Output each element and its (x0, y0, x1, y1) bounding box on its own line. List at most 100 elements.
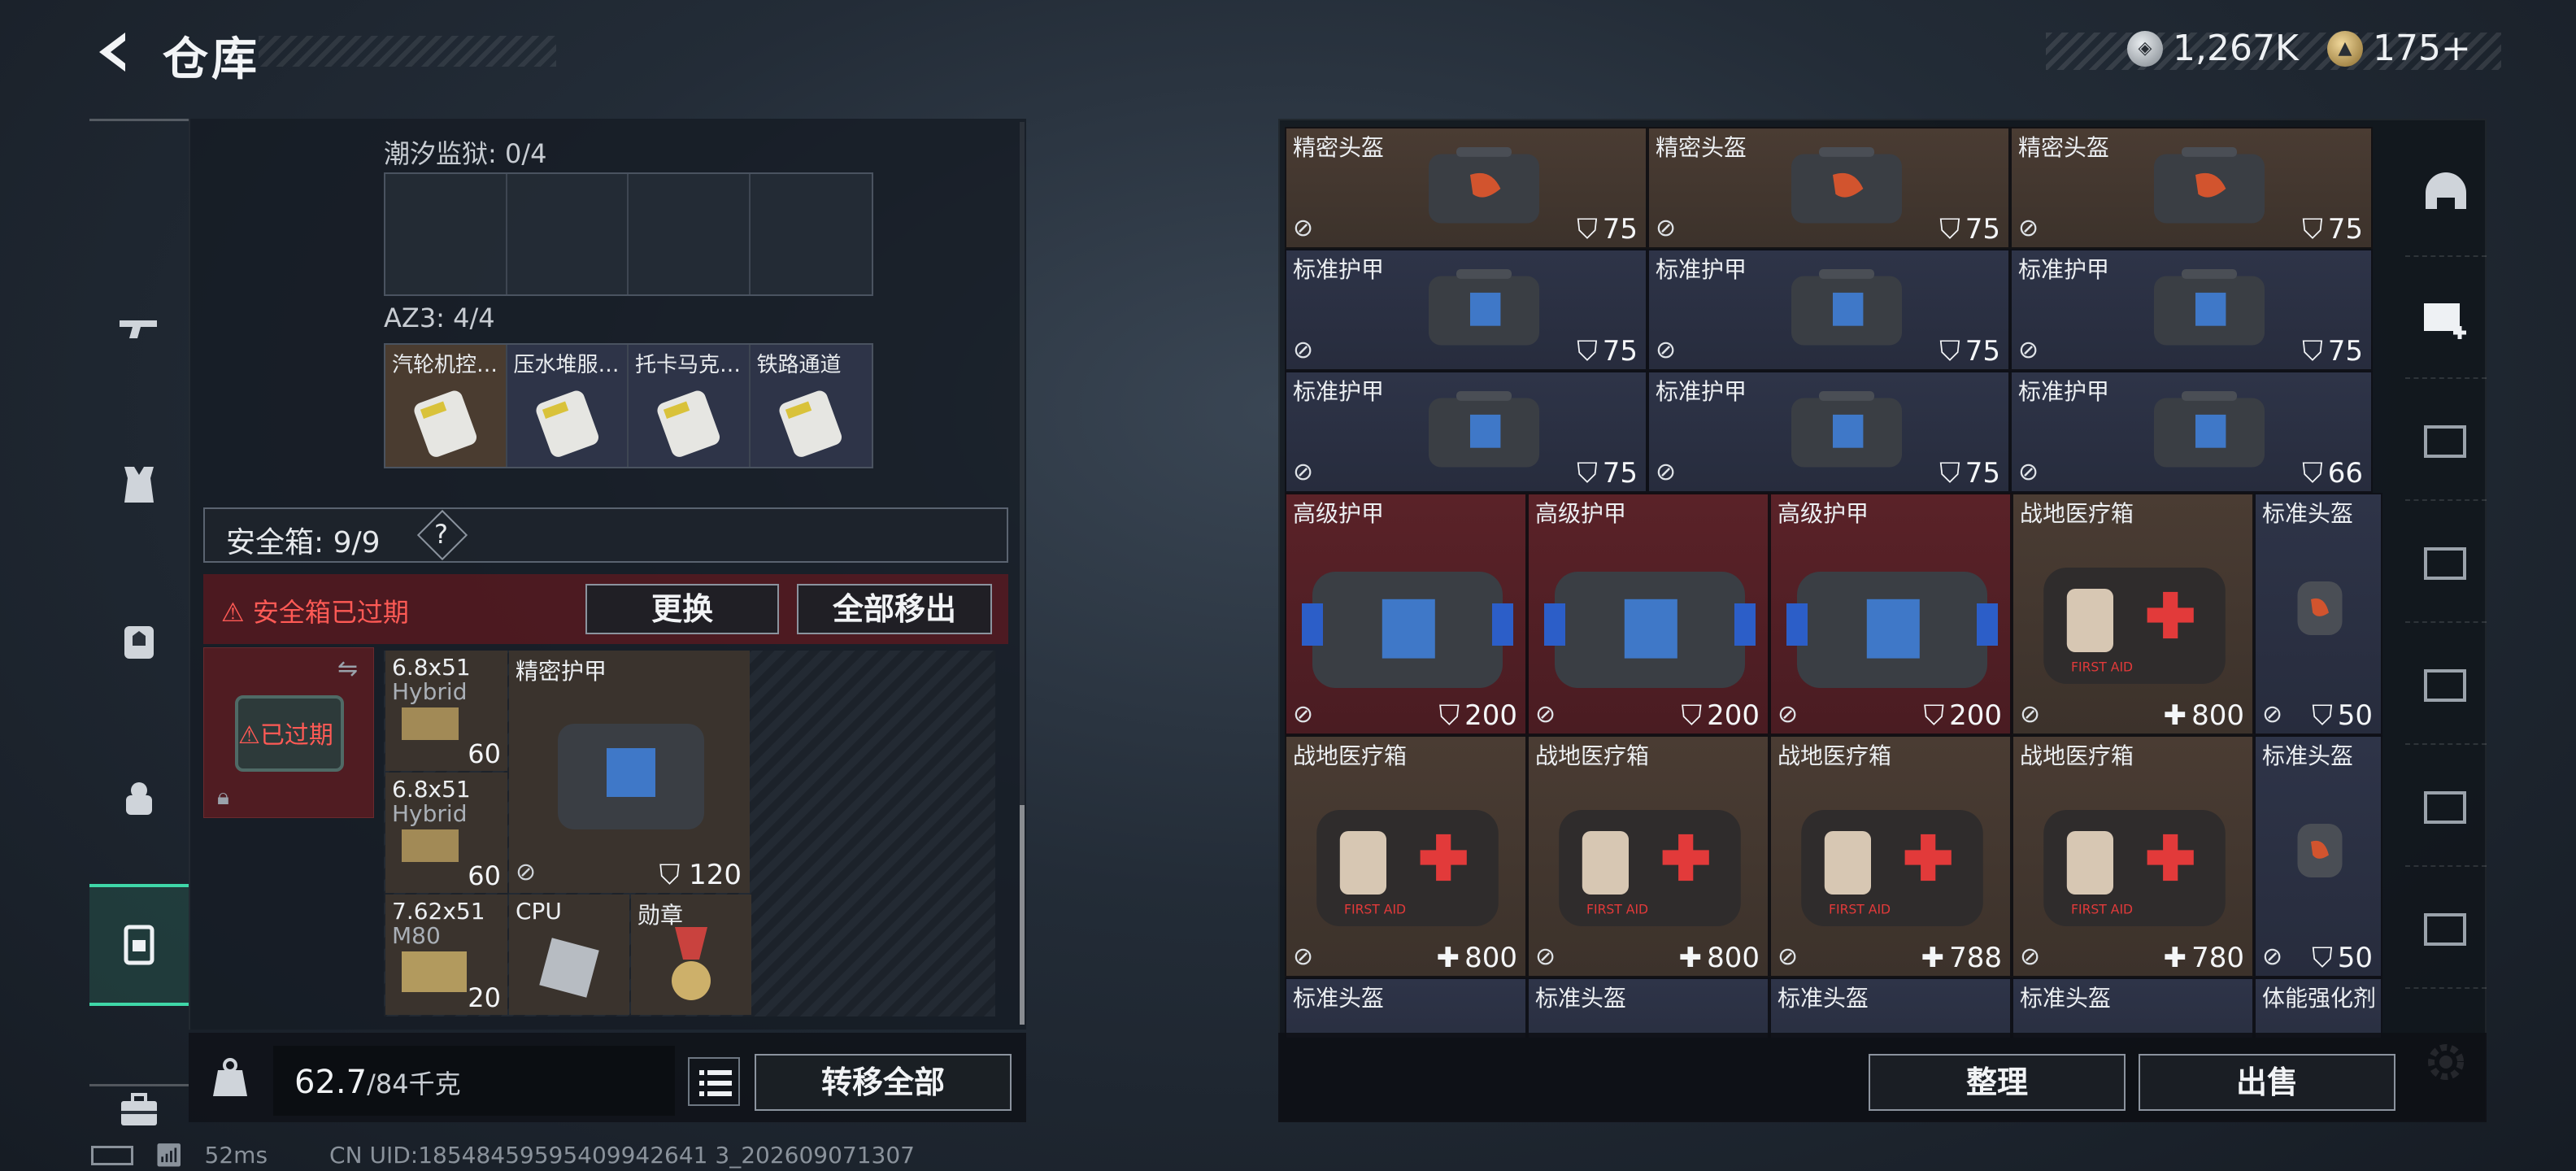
no-insurance-icon: ⊘ (516, 858, 537, 886)
stash-tab-helmet[interactable] (2405, 135, 2487, 257)
keycard-slot[interactable]: 托卡马克… (629, 345, 751, 467)
scrollbar-thumb[interactable] (1020, 805, 1025, 1025)
no-insurance-icon: ⊘ (2020, 700, 2041, 729)
partial-item[interactable]: 标准头盔 (1285, 977, 1527, 1038)
advanced-armor-item[interactable]: 高级护甲 ⊘ ⛉ 200 (1527, 493, 1769, 735)
replace-button[interactable]: 更换 (585, 584, 779, 634)
medkit-item[interactable]: FIRST AID 战地医疗箱 ⊘ ✚ 800 (1285, 735, 1527, 977)
medal-slot[interactable]: 勋章 (631, 895, 751, 1015)
keycard-slot[interactable]: 铁路通道 (750, 345, 872, 467)
swap-icon[interactable]: ⇋ (337, 655, 358, 683)
shield-icon: ⛉ (2312, 699, 2333, 732)
no-insurance-icon: ⊘ (2262, 700, 2283, 729)
shield-icon: ⛉ (1681, 699, 1703, 732)
no-insurance-icon: ⊘ (2020, 942, 2041, 971)
keycard-slot[interactable]: 汽轮机控… (385, 345, 507, 467)
standard-armor-item[interactable]: 标准护甲 ⊘ ⛉ 75 (1647, 371, 2010, 493)
shield-icon: ⛉ (1923, 699, 1945, 732)
transfer-all-button[interactable]: 转移全部 (755, 1054, 1012, 1111)
svg-text:FIRST AID: FIRST AID (1344, 902, 1406, 916)
standard-armor-item[interactable]: 标准护甲 ⊘ ⛉ 75 (1285, 371, 1647, 493)
safebox-case-slot[interactable]: ⚠已过期 ⇋ 🔒︎ (203, 647, 374, 818)
stash-tab-add[interactable] (2405, 257, 2487, 379)
standard-armor-item[interactable]: 标准护甲 ⊘ ⛉ 75 (1285, 249, 1647, 371)
standard-helmet-item[interactable]: 标准头盔 ⊘ ⛉ 50 (2254, 735, 2382, 977)
shield-icon: ⛉ (2312, 942, 2333, 974)
standard-armor-item[interactable]: 标准护甲 ⊘ ⛉ 75 (1647, 249, 2010, 371)
shield-icon: ⛉ (1577, 213, 1598, 246)
silver-currency[interactable]: ◈ 1,267K (2127, 28, 2299, 69)
silver-coin-icon: ◈ (2127, 30, 2163, 67)
stash-tab-4[interactable] (2405, 745, 2487, 867)
shield-icon: ⛉ (1438, 699, 1460, 732)
remove-all-button[interactable]: 全部移出 (797, 584, 992, 634)
nav-weapons[interactable] (89, 268, 189, 390)
stash-tab-3[interactable] (2405, 623, 2487, 745)
no-insurance-icon: ⊘ (1293, 336, 1314, 364)
helmet-icon (2426, 172, 2466, 209)
precision-helmet-item[interactable]: 精密头盔 ⊘ ⛉ 75 (2010, 127, 2373, 249)
heal-icon: ✚ (1436, 942, 1460, 974)
precision-armor-icon (2154, 147, 2265, 224)
empty-slot[interactable] (751, 174, 872, 294)
gold-currency[interactable]: ▲ 175+ (2327, 28, 2471, 69)
stash-tab-1[interactable] (2405, 379, 2487, 501)
sort-button[interactable]: 整理 (1869, 1054, 2126, 1111)
back-arrow-icon[interactable] (88, 28, 137, 76)
precision-helmet-item[interactable]: 精密头盔 ⊘ ⛉ 75 (1647, 127, 2010, 249)
battery-icon (91, 1145, 133, 1165)
help-icon[interactable]: ? (434, 519, 448, 550)
partial-item[interactable]: 标准头盔 (2012, 977, 2254, 1038)
ammo-slot[interactable]: 7.62x51 M80 20 (385, 895, 507, 1015)
partial-item[interactable]: 体能强化剂 (2254, 977, 2382, 1038)
item-durability: ✚ 788 (1921, 942, 2002, 974)
shield-icon: ⛉ (2302, 335, 2323, 368)
item-durability: ⛉ 200 (1923, 699, 2002, 732)
page-title: 仓库 (163, 33, 260, 86)
ammo-slot[interactable]: 6.8x51 Hybrid 60 (385, 773, 507, 893)
backpack-icon (124, 626, 154, 659)
standard-armor-item[interactable]: 标准护甲 ⊘ ⛉ 75 (2010, 249, 2373, 371)
keycard-icon (414, 390, 477, 457)
standard-armor-item[interactable]: 标准护甲 ⊘ ⛉ 66 (2010, 371, 2373, 493)
advanced-armor-item[interactable]: 高级护甲 ⊘ ⛉ 200 (1285, 493, 1527, 735)
no-insurance-icon: ⊘ (1293, 458, 1314, 486)
ammo-box-icon (402, 951, 467, 992)
first-aid-kit-icon: FIRST AID (1316, 810, 1499, 926)
item-durability: ✚ 800 (1436, 942, 1517, 974)
sell-button[interactable]: 出售 (2139, 1054, 2395, 1111)
nav-armor[interactable] (89, 424, 189, 546)
item-name: 标准护甲 (2018, 256, 2110, 283)
stash-tab-2[interactable] (2405, 501, 2487, 623)
empty-slot[interactable] (385, 174, 507, 294)
title-decoration (259, 36, 556, 67)
empty-slot[interactable] (507, 174, 629, 294)
armor-slot[interactable]: 精密护甲 ⊘ ⛉ 120 (509, 651, 750, 893)
nav-backpack[interactable] (89, 580, 189, 702)
armor-vest-icon (2154, 391, 2265, 468)
nav-rig[interactable] (89, 736, 189, 858)
empty-slot[interactable] (629, 174, 751, 294)
precision-helmet-item[interactable]: 精密头盔 ⊘ ⛉ 75 (1285, 127, 1647, 249)
medkit-item[interactable]: FIRST AID 战地医疗箱 ⊘ ✚ 800 (2012, 493, 2254, 735)
advanced-armor-item[interactable]: 高级护甲 ⊘ ⛉ 200 (1769, 493, 2012, 735)
stash-tab-5[interactable] (2405, 867, 2487, 989)
keycard-slot[interactable]: 压水堆服… (507, 345, 629, 467)
stash-tabs (2405, 119, 2487, 1122)
precision-armor-icon (1791, 147, 1902, 224)
cpu-slot[interactable]: CPU (509, 895, 629, 1015)
medkit-item[interactable]: FIRST AID 战地医疗箱 ⊘ ✚ 800 (1527, 735, 1769, 977)
item-durability: ✚ 800 (1678, 942, 1760, 974)
medkit-item[interactable]: FIRST AID 战地医疗箱 ⊘ ✚ 780 (2012, 735, 2254, 977)
nav-safebox[interactable] (89, 884, 189, 1006)
partial-item[interactable]: 标准头盔 (1769, 977, 2012, 1038)
stash-box-icon (2424, 425, 2466, 458)
heal-icon: ✚ (2163, 942, 2187, 974)
list-view-button[interactable] (688, 1057, 740, 1106)
ammo-slot[interactable]: 6.8x51 Hybrid 60 (385, 651, 507, 771)
medkit-item[interactable]: FIRST AID 战地医疗箱 ⊘ ✚ 788 (1769, 735, 2012, 977)
standard-helmet-item[interactable]: 标准头盔 ⊘ ⛉ 50 (2254, 493, 2382, 735)
partial-item[interactable]: 标准头盔 (1527, 977, 1769, 1038)
item-name: 标准头盔 (2262, 742, 2354, 769)
armor-icon (124, 467, 154, 503)
